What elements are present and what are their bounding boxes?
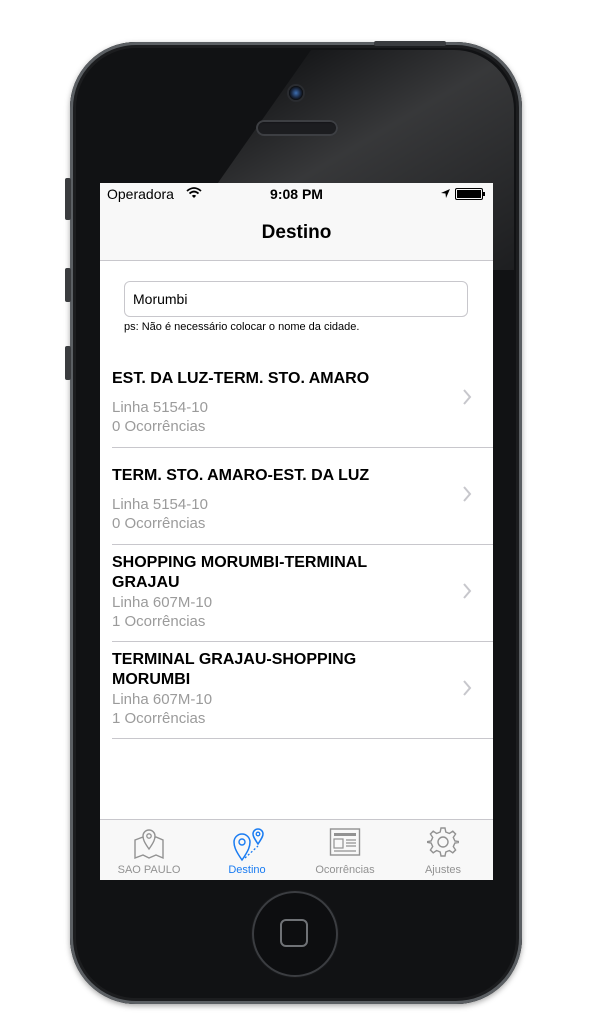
route-occurrences: 1 Ocorrências bbox=[112, 613, 206, 630]
route-row[interactable]: TERM. STO. AMARO-EST. DA LUZ Linha 5154-… bbox=[100, 448, 493, 545]
route-title: TERMINAL GRAJAU-SHOPPING MORUMBI bbox=[112, 651, 357, 688]
volume-up-button bbox=[65, 268, 71, 302]
route-occurrences: 0 Ocorrências bbox=[112, 515, 206, 532]
route-row[interactable]: TERMINAL GRAJAU-SHOPPING MORUMBI Linha 6… bbox=[100, 642, 493, 739]
search-field-wrapper bbox=[124, 281, 468, 317]
route-occurrences: 0 Ocorrências bbox=[112, 418, 206, 435]
home-button[interactable] bbox=[252, 891, 338, 977]
route-pins-icon bbox=[233, 828, 264, 862]
route-list: EST. DA LUZ-TERM. STO. AMARO Linha 5154-… bbox=[100, 351, 493, 739]
route-line: Linha 5154-10 bbox=[112, 496, 208, 513]
route-occurrences: 1 Ocorrências bbox=[112, 710, 206, 727]
tab-label: SAO PAULO bbox=[117, 864, 181, 876]
location-arrow-icon bbox=[441, 189, 450, 198]
route-row[interactable]: SHOPPING MORUMBI-TERMINAL GRAJAU Linha 6… bbox=[100, 545, 493, 642]
tab-destino[interactable]: Destino bbox=[198, 820, 296, 880]
map-pin-icon bbox=[134, 829, 164, 860]
tab-bar: SAO PAULO Destino Ocorrências Ajustes bbox=[100, 819, 493, 880]
front-camera bbox=[289, 86, 303, 100]
route-line: Linha 607M-10 bbox=[112, 691, 213, 708]
earpiece-speaker bbox=[256, 120, 338, 136]
mute-switch bbox=[65, 178, 71, 220]
battery-icon bbox=[455, 188, 483, 200]
tab-label: Ocorrências bbox=[315, 864, 375, 876]
navigation-bar: Destino bbox=[100, 205, 493, 261]
page-title: Destino bbox=[261, 222, 332, 243]
battery-tip bbox=[483, 192, 485, 196]
chevron-right-icon bbox=[463, 680, 472, 696]
gear-icon bbox=[427, 827, 459, 857]
route-line: Linha 5154-10 bbox=[112, 399, 208, 416]
tab-ocorrencias[interactable]: Ocorrências bbox=[296, 820, 394, 880]
tab-label: Destino bbox=[228, 864, 266, 876]
route-row[interactable]: EST. DA LUZ-TERM. STO. AMARO Linha 5154-… bbox=[100, 351, 493, 448]
destination-search-input[interactable] bbox=[124, 281, 468, 317]
newspaper-icon bbox=[329, 828, 361, 856]
tab-label: Ajustes bbox=[424, 864, 462, 876]
row-divider bbox=[112, 738, 493, 739]
chevron-right-icon bbox=[463, 583, 472, 599]
clock-label: 9:08 PM bbox=[270, 186, 323, 202]
search-hint: ps: Não é necessário colocar o nome da c… bbox=[124, 321, 360, 333]
app-screen: Operadora 9:08 PM Destino ps: Não é nece… bbox=[100, 183, 493, 880]
route-title: SHOPPING MORUMBI-TERMINAL GRAJAU bbox=[112, 554, 367, 591]
power-button bbox=[374, 41, 446, 46]
chevron-right-icon bbox=[463, 389, 472, 405]
route-title: EST. DA LUZ-TERM. STO. AMARO bbox=[112, 370, 370, 387]
route-line: Linha 607M-10 bbox=[112, 594, 213, 611]
status-bar: Operadora 9:08 PM bbox=[100, 183, 493, 205]
tab-ajustes[interactable]: Ajustes bbox=[394, 820, 492, 880]
chevron-right-icon bbox=[463, 486, 472, 502]
tab-sao-paulo[interactable]: SAO PAULO bbox=[100, 820, 198, 880]
route-title: TERM. STO. AMARO-EST. DA LUZ bbox=[112, 467, 370, 484]
volume-down-button bbox=[65, 346, 71, 380]
